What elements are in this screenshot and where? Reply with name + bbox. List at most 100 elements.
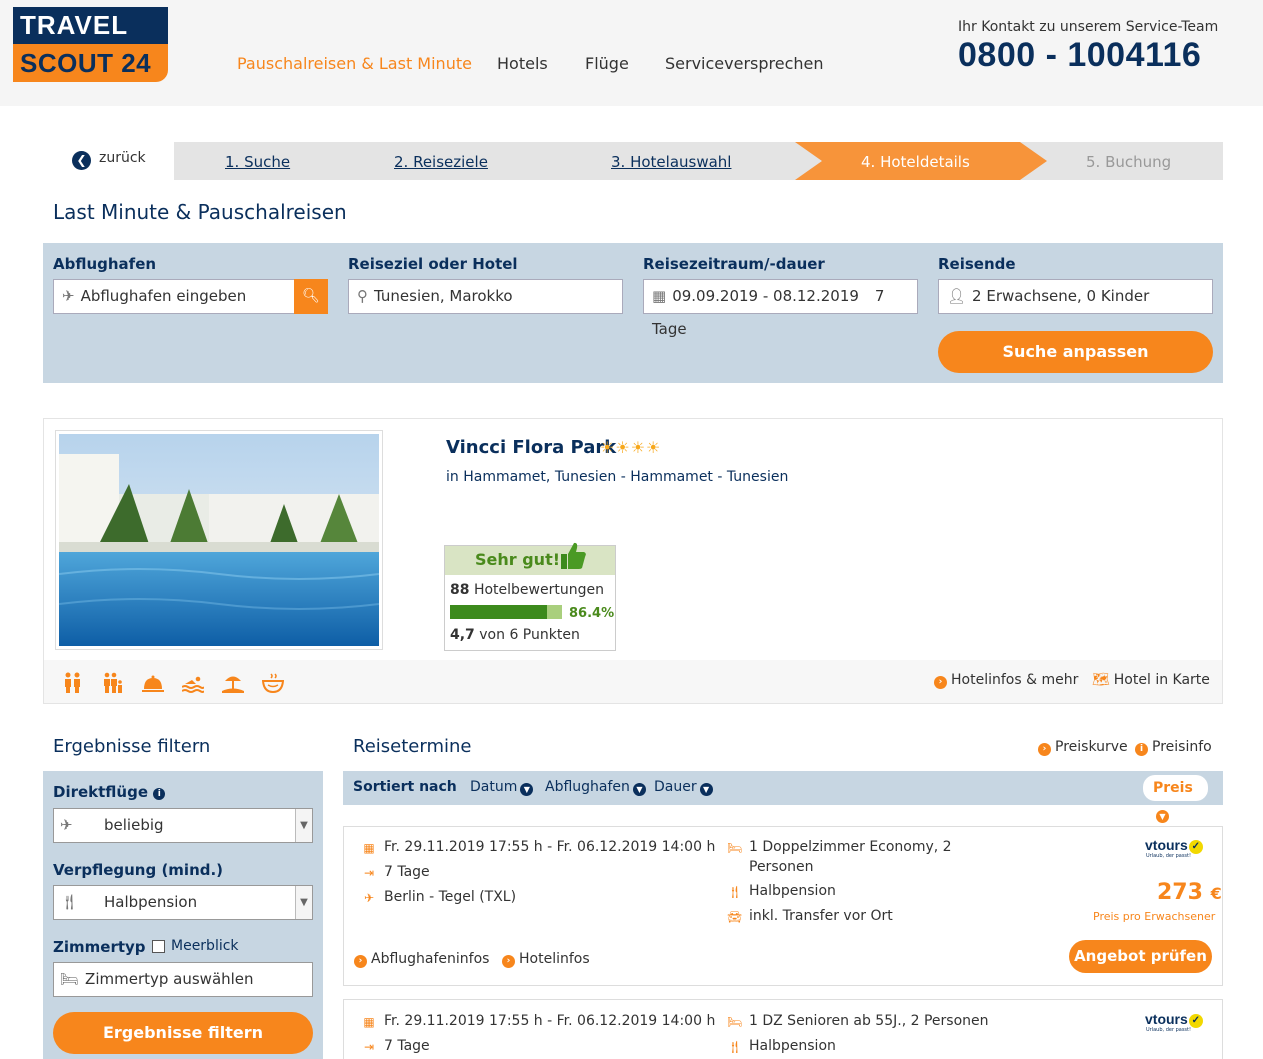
check-offer-button[interactable]: Angebot prüfen — [1069, 940, 1212, 973]
offer-board: Halbpension — [749, 1038, 836, 1054]
hotel-info-link[interactable]: › Hotelinfos & mehr — [934, 672, 1078, 689]
plane-icon: ✈ — [62, 287, 75, 305]
price-curve-label: Preiskurve — [1055, 739, 1128, 755]
sort-date-label: Datum — [470, 779, 518, 795]
seaview-checkbox[interactable] — [152, 940, 165, 953]
results-title: Reisetermine — [353, 736, 472, 757]
sort-price-label: Preis — [1153, 780, 1193, 796]
price-info-link[interactable]: i Preisinfo — [1135, 739, 1212, 756]
sort-price[interactable]: Preis ▼ — [1143, 775, 1208, 823]
back-link[interactable]: ❮ zurück — [72, 150, 146, 170]
info-icon[interactable]: i — [153, 788, 166, 800]
filter-results-button[interactable]: Ergebnisse filtern — [53, 1012, 313, 1054]
chevron-down-icon: ▼ — [632, 783, 646, 796]
board-select[interactable]: 🍴︎ Halbpension ▼ — [53, 885, 313, 920]
rating-score: 4,7 von 6 Punkten — [450, 627, 580, 643]
offer-room-line1: 1 DZ Senioren ab 55J., 2 Personen — [749, 1013, 989, 1029]
chevron-down-icon: ▼ — [699, 783, 713, 796]
sort-airport[interactable]: Abflughafen ▼ — [545, 779, 646, 796]
service-bell-icon — [142, 672, 164, 694]
chevron-right-icon: › — [354, 955, 367, 968]
vtours-logo-text: vtours — [1145, 1011, 1188, 1027]
family-kids-icon — [102, 672, 124, 694]
search-adjust-button[interactable]: Suche anpassen — [938, 331, 1213, 373]
travelscout24-logo[interactable]: TRAVEL SCOUT 24 — [13, 7, 168, 82]
seaview-label[interactable]: Meerblick — [171, 938, 239, 954]
person-icon: 👤︎ — [947, 287, 967, 305]
offer-dates: Fr. 29.11.2019 17:55 h - Fr. 06.12.2019 … — [384, 1013, 716, 1029]
offer-board: Halbpension — [749, 883, 836, 899]
airport-info-link[interactable]: › Abflughafeninfos — [354, 951, 489, 968]
vtours-logo-text: vtours — [1145, 837, 1188, 853]
step-reiseziele[interactable]: 2. Reiseziele — [394, 153, 488, 171]
nav-serviceversprechen[interactable]: Serviceversprechen — [665, 54, 824, 73]
price-info-label: Preisinfo — [1152, 739, 1212, 755]
family-icon — [62, 672, 84, 694]
direct-flights-select[interactable]: ✈ beliebig ▼ — [53, 808, 313, 843]
period-input[interactable]: ▦ 09.09.2019 - 08.12.2019 7 Tage — [643, 279, 918, 338]
chevron-left-icon: ❮ — [72, 151, 91, 170]
travelers-label: Reisende — [938, 255, 1016, 273]
destination-value: Tunesien, Marokko — [374, 287, 513, 305]
step-hotelauswahl[interactable]: 3. Hotelauswahl — [611, 153, 731, 171]
nav-pauschalreisen[interactable]: Pauschalreisen & Last Minute — [237, 54, 472, 73]
duration-icon: ⇥ — [363, 1040, 375, 1054]
contact-phone[interactable]: 0800 - 1004116 — [958, 36, 1201, 75]
cutlery-icon: 🍴︎ — [60, 893, 80, 911]
chevron-down-icon: ▼ — [295, 886, 312, 919]
sort-date[interactable]: Datum ▼ — [470, 779, 534, 796]
duration-icon: ⇥ — [363, 866, 375, 880]
rating-score-suffix: von 6 Punkten — [479, 627, 580, 643]
price-curve-link[interactable]: › Preiskurve — [1038, 739, 1128, 756]
step-hoteldetails: 4. Hoteldetails — [861, 153, 970, 171]
travelers-input[interactable]: 👤︎ 2 Erwachsene, 0 Kinder — [938, 279, 1213, 314]
step-buchung: 5. Buchung — [1086, 153, 1172, 171]
hotel-photo[interactable] — [59, 434, 379, 646]
vtours-tagline: Urlaub, der passt! — [1146, 853, 1191, 859]
nav-fluege[interactable]: Flüge — [585, 54, 629, 73]
nav-hotels[interactable]: Hotels — [497, 54, 548, 73]
review-count-number: 88 — [450, 582, 470, 598]
calendar-icon: ▦ — [363, 1015, 375, 1029]
room-type-input[interactable]: 🛏︎ Zimmertyp auswählen — [53, 962, 313, 997]
search-icon: 🔍︎ — [302, 288, 320, 304]
cutlery-icon: 🍴︎ — [727, 885, 743, 899]
destination-label: Reiseziel oder Hotel — [348, 255, 518, 273]
hotel-location: in Hammamet, Tunesien - Hammamet - Tunes… — [446, 469, 789, 485]
rating-score-number: 4,7 — [450, 627, 475, 643]
departure-input[interactable]: ✈ Abflughafen eingeben — [53, 279, 295, 314]
offer-room-line1: 1 Doppelzimmer Economy, 2 — [749, 839, 952, 855]
check-icon: ✓ — [1188, 840, 1203, 854]
calendar-icon: ▦ — [652, 287, 667, 305]
departure-search-button[interactable]: 🔍︎ — [294, 279, 328, 314]
logo-text-top: TRAVEL — [13, 7, 168, 44]
direct-flights-text: Direktflüge — [53, 783, 149, 801]
offer-hotel-info-link[interactable]: › Hotelinfos — [502, 951, 590, 968]
offer-transfer: inkl. Transfer vor Ort — [749, 908, 893, 924]
period-value: 09.09.2019 - 08.12.2019 — [672, 287, 859, 305]
offer-currency: € — [1210, 884, 1222, 903]
hotel-map-link[interactable]: 🗺︎ Hotel in Karte — [1092, 672, 1210, 688]
bed-icon: 🛏︎ — [727, 1015, 743, 1029]
map-pin-icon: ⚲ — [357, 287, 368, 305]
offer-room-line2: Personen — [749, 859, 814, 875]
step-suche[interactable]: 1. Suche — [225, 153, 290, 171]
sort-duration-label: Dauer — [654, 779, 697, 795]
hotel-name[interactable]: Vincci Flora Park — [446, 437, 616, 458]
offer-duration: 7 Tage — [384, 864, 430, 880]
offer-hotel-info-label: Hotelinfos — [519, 951, 590, 967]
sort-label: Sortiert nach — [353, 779, 457, 795]
thumbs-up-icon — [559, 541, 587, 571]
chevron-right-icon: › — [502, 955, 515, 968]
sort-duration[interactable]: Dauer ▼ — [654, 779, 713, 796]
recommend-bar-fill — [450, 605, 547, 619]
logo-text-bottom: SCOUT 24 — [13, 44, 168, 82]
recommend-percent: 86.4% — [569, 606, 615, 621]
page-title: Last Minute & Pauschalreisen — [53, 200, 347, 224]
sort-airport-label: Abflughafen — [545, 779, 630, 795]
destination-input[interactable]: ⚲ Tunesien, Marokko — [348, 279, 623, 314]
board-label: Verpflegung (mind.) — [53, 861, 224, 879]
offer-duration: 7 Tage — [384, 1038, 430, 1054]
beach-icon — [222, 672, 244, 694]
room-type-placeholder: Zimmertyp auswählen — [85, 970, 254, 988]
